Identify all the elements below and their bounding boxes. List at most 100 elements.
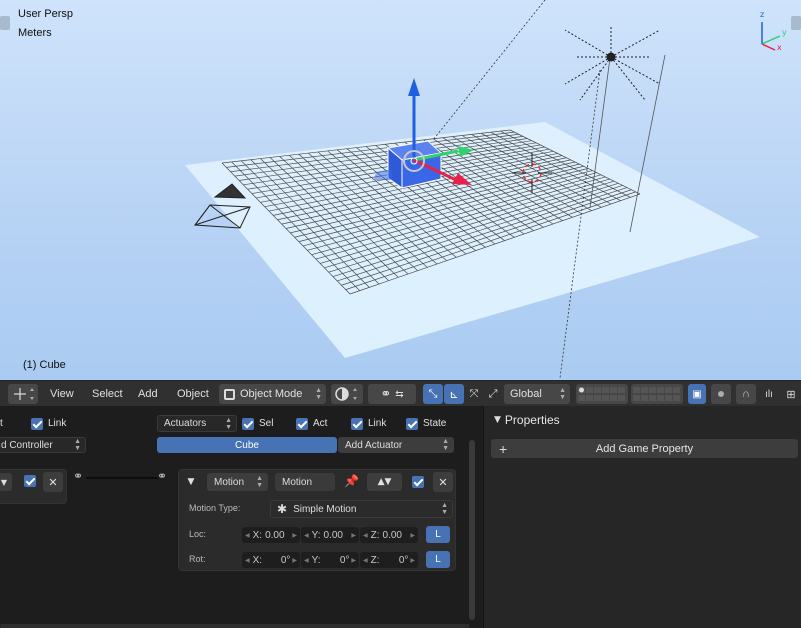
axis-icon: ⊾: [449, 388, 459, 401]
rot-y-field[interactable]: ◀ Y: 0° ▶: [301, 552, 359, 568]
3d-viewport[interactable]: z y x User Persp Meters (1) Cube: [0, 0, 801, 380]
move-tool-button[interactable]: ⤡: [423, 384, 443, 404]
actuator-name-label: Motion: [282, 476, 313, 488]
arrow-left-icon: ◀: [304, 557, 309, 564]
sel-label: Sel: [259, 418, 274, 429]
rot-local-toggle[interactable]: L: [426, 551, 450, 568]
rotate-icon: ⤧: [469, 387, 479, 400]
controller-type-dropdown[interactable]: ▼: [0, 473, 12, 491]
layer-buttons-left[interactable]: [576, 384, 628, 404]
menu-add[interactable]: Add: [134, 384, 162, 404]
properties-header[interactable]: ▼ Properties: [494, 413, 560, 427]
actuators-filter-dropdown[interactable]: Actuators ▲ ▼: [157, 415, 237, 432]
pivot-point-button[interactable]: [331, 384, 363, 404]
transform-affect-button[interactable]: ⚭ ⇆: [368, 384, 416, 404]
add-game-property-label: Add Game Property: [595, 442, 694, 455]
controller-remove-button[interactable]: ✕: [43, 472, 63, 492]
scene-canvas[interactable]: z y x: [0, 0, 801, 380]
magnet-icon: ∩: [742, 388, 750, 400]
grid-icon: ⊞: [786, 388, 796, 401]
sensor-link-checkbox[interactable]: [31, 418, 43, 430]
add-controller-label: d Controller: [1, 439, 53, 451]
light-direction-line: [432, 0, 546, 141]
state-label: State: [423, 418, 447, 429]
motion-type-label: Motion Type:: [189, 503, 241, 513]
navigation-axes-gizmo: z y x: [760, 10, 787, 52]
menu-view[interactable]: View: [46, 384, 78, 404]
rot-x-value: 0°: [280, 554, 291, 566]
controller-active-checkbox[interactable]: [24, 475, 36, 487]
add-actuator-label: Add Actuator: [345, 439, 403, 451]
orientation-dropdown[interactable]: Global ▲ ▼: [504, 384, 570, 404]
mode-dropdown[interactable]: Object Mode ▲ ▼: [219, 384, 326, 404]
properties-title: Properties: [504, 413, 560, 427]
move-icon: ⤡: [428, 387, 438, 400]
snap-button[interactable]: ∩: [736, 384, 756, 404]
collapse-toggle[interactable]: ▼: [182, 473, 200, 491]
arrow-right-icon: ▶: [292, 532, 297, 539]
dropdown-arrow-icon: ▲ ▼: [74, 438, 81, 452]
rot-z-axis: Z:: [370, 554, 380, 566]
state-checkbox[interactable]: [406, 418, 418, 430]
shading-button[interactable]: [711, 384, 731, 404]
region-toggle-left[interactable]: [0, 16, 10, 30]
plus-icon: +: [499, 440, 508, 457]
lock-camera-button[interactable]: ▣: [688, 384, 706, 404]
move-up-down-buttons[interactable]: ▲▼: [367, 473, 402, 491]
loc-z-value: 0.00: [382, 529, 402, 541]
snap-tool-button[interactable]: ⊾: [444, 384, 464, 404]
layer-lock-icon: ▣: [692, 388, 702, 400]
act-checkbox[interactable]: [296, 418, 308, 430]
rotate-tool-button[interactable]: ⤧: [465, 384, 483, 404]
loc-x-axis: X:: [252, 529, 263, 541]
loc-local-toggle[interactable]: L: [426, 526, 450, 543]
link-socket-icon[interactable]: ⚭: [157, 469, 167, 483]
link-socket-icon[interactable]: ⚭: [73, 469, 83, 483]
layer-buttons-right[interactable]: [631, 384, 683, 404]
object-name-button[interactable]: Cube: [157, 437, 337, 453]
mode-label: Object Mode: [240, 388, 303, 400]
arrow-left-icon: ◀: [245, 532, 250, 539]
actuator-active-checkbox[interactable]: [412, 476, 424, 488]
loc-x-field[interactable]: ◀ X: 0.00 ▶: [242, 527, 300, 543]
loc-z-field[interactable]: ◀ Z: 0.00 ▶: [360, 527, 418, 543]
orientation-label: Global: [510, 388, 542, 400]
horizontal-scrollbar[interactable]: [0, 624, 470, 628]
rot-z-value: 0°: [398, 554, 409, 566]
logic-editor: t Link d Controller ▲ ▼ ▼ ✕ ⚭ ⚭ Actuators…: [0, 406, 483, 628]
motion-type-value: Simple Motion: [293, 503, 357, 515]
dropdown-arrow-icon: ▲ ▼: [225, 416, 232, 431]
sensor-link-label: Link: [48, 418, 67, 429]
loc-z-axis: Z:: [370, 529, 380, 541]
editor-type-icon: [14, 388, 34, 400]
region-toggle-right[interactable]: [791, 16, 801, 30]
loc-y-value: 0.00: [323, 529, 343, 541]
pin-icon[interactable]: 📌: [344, 474, 359, 488]
scale-tool-button[interactable]: ⤢: [484, 384, 502, 404]
add-game-property-button[interactable]: + Add Game Property: [491, 439, 798, 458]
svg-text:x: x: [777, 43, 782, 52]
editor-type-button[interactable]: [8, 384, 38, 404]
properties-panel: ▼ Properties + Add Game Property: [483, 406, 801, 628]
motion-type-dropdown[interactable]: ✱ Simple Motion ▲ ▼: [270, 500, 453, 518]
waveform-icon: ılı: [765, 388, 773, 400]
loc-y-field[interactable]: ◀ Y: 0.00 ▶: [301, 527, 359, 543]
grid-button[interactable]: ⊞: [782, 384, 800, 404]
add-actuator-dropdown[interactable]: Add Actuator ▲ ▼: [338, 437, 454, 453]
rot-label: Rot:: [189, 554, 206, 564]
link-icon: ⚭: [380, 386, 392, 401]
audio-button[interactable]: ılı: [760, 384, 778, 404]
logic-scrollbar[interactable]: [469, 440, 475, 620]
rot-z-field[interactable]: ◀ Z: 0° ▶: [360, 552, 418, 568]
actuator-remove-button[interactable]: ✕: [433, 472, 453, 492]
arrow-right-icon: ▶: [351, 532, 356, 539]
gear-icon: ✱: [277, 502, 288, 516]
link-checkbox[interactable]: [351, 418, 363, 430]
rot-x-field[interactable]: ◀ X: 0° ▶: [242, 552, 300, 568]
sel-checkbox[interactable]: [242, 418, 254, 430]
actuator-type-dropdown[interactable]: Motion ▲ ▼: [207, 473, 268, 491]
menu-select[interactable]: Select: [88, 384, 127, 404]
menu-object[interactable]: Object: [173, 384, 213, 404]
add-controller-dropdown[interactable]: d Controller ▲ ▼: [0, 437, 86, 453]
actuator-name-field[interactable]: Motion: [275, 473, 335, 491]
